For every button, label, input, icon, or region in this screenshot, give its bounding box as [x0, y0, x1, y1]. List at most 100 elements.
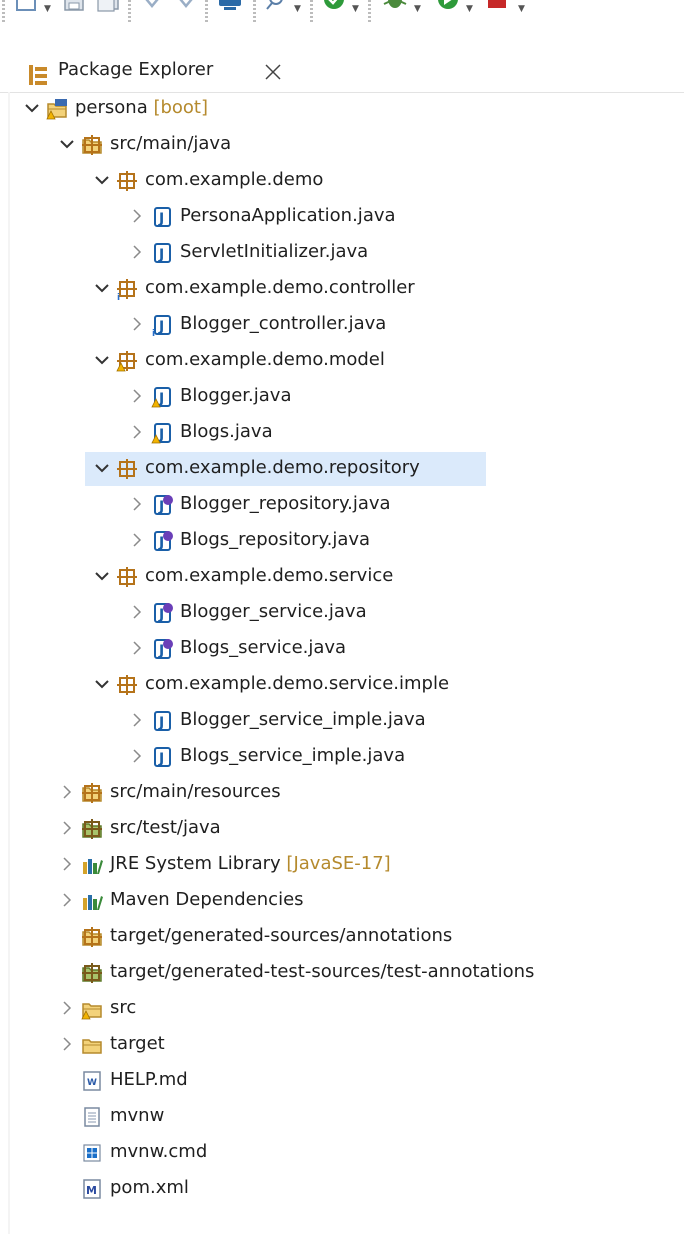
tree-item[interactable]: J Blogs_repository.java	[0, 524, 684, 558]
terminal-icon[interactable]	[216, 0, 246, 16]
run-icon[interactable]	[434, 0, 462, 16]
tab-package-explorer[interactable]: Package Explorer	[12, 52, 284, 92]
library-icon	[83, 859, 103, 874]
chevron-right-icon[interactable]	[130, 209, 144, 223]
java-file-icon: J	[154, 207, 171, 227]
tree-item[interactable]: J Blogger_repository.java	[0, 488, 684, 522]
chevron-right-icon[interactable]	[60, 785, 74, 799]
tree-item[interactable]: mvnw.cmd	[0, 1136, 684, 1170]
chevron-down-icon[interactable]	[95, 281, 109, 295]
save-icon[interactable]	[62, 0, 88, 16]
chevron-right-icon[interactable]	[130, 317, 144, 331]
tree-item-label: HELP.md	[110, 1069, 188, 1090]
chevron-right-icon[interactable]	[60, 1037, 74, 1051]
tree-item[interactable]: src/main/java	[0, 128, 684, 162]
source-folder-icon	[82, 927, 102, 947]
tree-item[interactable]: i com.example.demo.controller	[0, 272, 684, 306]
chevron-down-icon[interactable]	[95, 353, 109, 367]
tree-item[interactable]: com.example.demo.service	[0, 560, 684, 594]
chevron-down-icon[interactable]	[95, 677, 109, 691]
java-interface-icon: J	[154, 495, 173, 515]
svg-text:W: W	[87, 1078, 97, 1088]
chevron-right-icon[interactable]	[60, 893, 74, 907]
toolbar-separator	[253, 0, 256, 22]
tree-item[interactable]: src/main/resources	[0, 776, 684, 810]
coverage-icon[interactable]	[320, 0, 348, 16]
close-icon[interactable]	[264, 63, 282, 81]
tree-item-label: Blogger.java	[180, 385, 292, 406]
chevron-down-icon[interactable]	[95, 569, 109, 583]
tree-item[interactable]: com.example.demo.repository	[0, 452, 684, 486]
external-tools-icon[interactable]	[484, 0, 514, 16]
svg-text:J: J	[158, 211, 164, 227]
tree-item[interactable]: src	[0, 992, 684, 1026]
chevron-right-icon[interactable]	[130, 605, 144, 619]
tree-item[interactable]: Mpom.xml	[0, 1172, 684, 1206]
tree-item[interactable]: JRE System Library [JavaSE-17]	[0, 848, 684, 882]
tree-item[interactable]: J Blogs_service_imple.java	[0, 740, 684, 774]
chevron-right-icon[interactable]	[130, 245, 144, 259]
java-interface-icon: J	[154, 531, 173, 551]
tree-item[interactable]: W HELP.md	[0, 1064, 684, 1098]
svg-text:J: J	[158, 751, 164, 767]
tree-item[interactable]: target	[0, 1028, 684, 1062]
tree-item[interactable]: J PersonaApplication.java	[0, 200, 684, 234]
tree-item[interactable]: target/generated-test-sources/test-annot…	[0, 956, 684, 990]
tree-item-label: Blogger_service_imple.java	[180, 709, 426, 730]
tree-item[interactable]: J Blogs_service.java	[0, 632, 684, 666]
tree-item[interactable]: J Blogger_service_imple.java	[0, 704, 684, 738]
chevron-down-icon[interactable]: ▼	[44, 4, 51, 14]
library-icon	[83, 895, 103, 910]
tree-item[interactable]: Ji Blogger_controller.java	[0, 308, 684, 342]
tree-item[interactable]: J Blogger_service.java	[0, 596, 684, 630]
chevron-right-icon[interactable]	[130, 641, 144, 655]
chevron-down-icon[interactable]	[25, 101, 39, 115]
tree-item[interactable]: Maven Dependencies	[0, 884, 684, 918]
search-icon[interactable]	[264, 0, 290, 16]
chevron-right-icon[interactable]	[130, 497, 144, 511]
chevron-right-icon[interactable]	[130, 713, 144, 727]
chevron-right-icon[interactable]	[60, 821, 74, 835]
test-folder-icon	[82, 819, 102, 839]
tree-item[interactable]: persona [boot]	[0, 92, 684, 126]
java-file-icon: J	[154, 747, 171, 767]
tree-item[interactable]: src/test/java	[0, 812, 684, 846]
chevron-down-icon[interactable]: ▼	[414, 4, 421, 14]
tree-item[interactable]: com.example.demo.model	[0, 344, 684, 378]
tree-item[interactable]: mvnw	[0, 1100, 684, 1134]
tree-item-label: src/test/java	[110, 817, 221, 838]
save-all-icon[interactable]	[96, 0, 122, 16]
chevron-down-icon[interactable]	[60, 137, 74, 151]
tree-item-label: src/main/resources	[110, 781, 281, 802]
tree-item-label: Blogs_service.java	[180, 637, 347, 658]
tree-item[interactable]: com.example.demo	[0, 164, 684, 198]
chevron-right-icon[interactable]	[130, 389, 144, 403]
chevron-right-icon[interactable]	[130, 425, 144, 439]
tree-item[interactable]: J ServletInitializer.java	[0, 236, 684, 270]
package-icon	[117, 171, 137, 191]
chevron-down-icon[interactable]	[95, 461, 109, 475]
maven-pom-icon: M	[83, 1179, 101, 1199]
chevron-down-icon[interactable]	[95, 173, 109, 187]
tree-item[interactable]: target/generated-sources/annotations	[0, 920, 684, 954]
tree-item[interactable]: J Blogs.java	[0, 416, 684, 450]
toolbar-separator	[205, 0, 208, 22]
new-icon[interactable]	[14, 0, 40, 16]
chevron-right-icon[interactable]	[130, 533, 144, 547]
chevron-right-icon[interactable]	[60, 857, 74, 871]
debug-icon[interactable]	[380, 0, 410, 16]
tree-item[interactable]: com.example.demo.service.imple	[0, 668, 684, 702]
tree-item-label: target/generated-sources/annotations	[110, 925, 453, 946]
forward-icon[interactable]	[172, 0, 200, 16]
test-folder-icon	[82, 963, 102, 983]
chevron-down-icon[interactable]: ▼	[352, 4, 359, 14]
chevron-down-icon[interactable]: ▼	[294, 4, 301, 14]
chevron-down-icon[interactable]: ▼	[518, 4, 525, 14]
back-icon[interactable]	[138, 0, 166, 16]
chevron-down-icon[interactable]: ▼	[466, 4, 473, 14]
chevron-right-icon[interactable]	[130, 749, 144, 763]
svg-text:M: M	[86, 1184, 97, 1197]
tree-item[interactable]: J Blogger.java	[0, 380, 684, 414]
chevron-right-icon[interactable]	[60, 1001, 74, 1015]
java-file-icon: J	[154, 243, 171, 263]
